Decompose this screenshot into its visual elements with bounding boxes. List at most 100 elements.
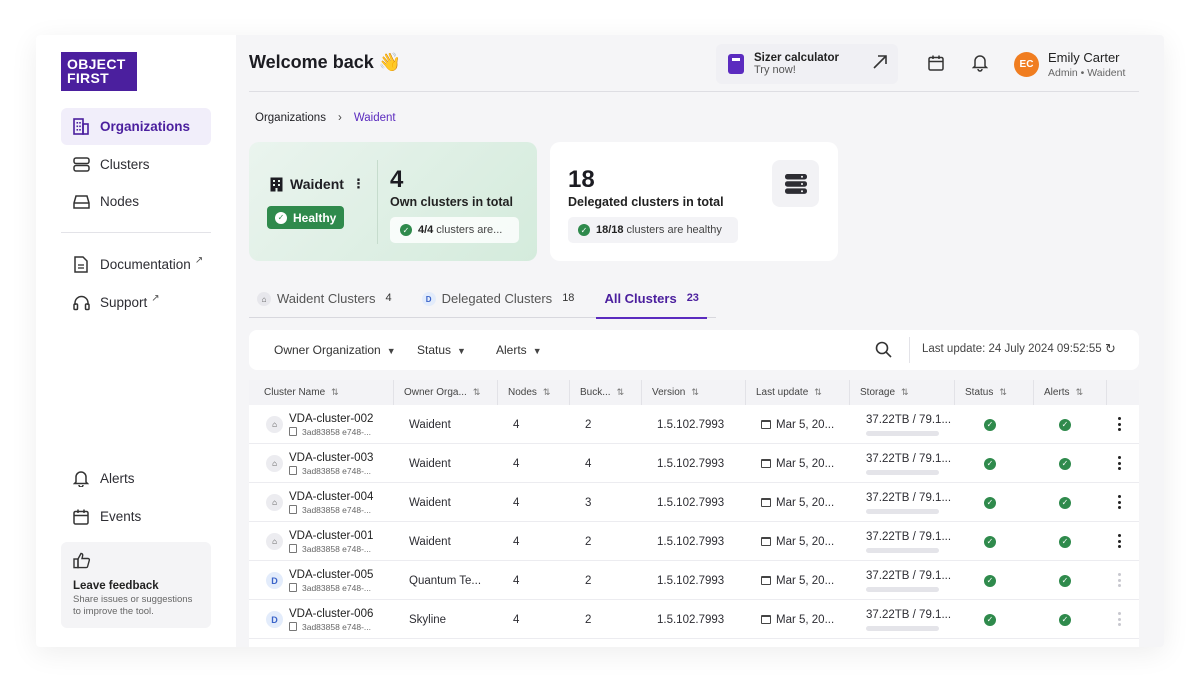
- storage-cell: 37.22TB / 79.1...: [856, 483, 955, 522]
- column-label: Owner Orga...: [404, 387, 467, 398]
- more-vertical-icon[interactable]: ⋮: [352, 176, 365, 192]
- column-header-buckets[interactable]: Buck... ⇅: [570, 380, 642, 405]
- tab-count: 18: [562, 292, 575, 304]
- filter-label: Status: [417, 343, 452, 357]
- headset-icon: [72, 294, 90, 312]
- avatar[interactable]: EC: [1014, 52, 1039, 77]
- owner-organization-filter[interactable]: Owner Organization ▼: [274, 343, 396, 357]
- cluster-name[interactable]: VDA-cluster-004: [289, 491, 373, 503]
- tab-delegated-clusters[interactable]: D Delegated Clusters 18: [414, 291, 583, 319]
- sidebar-item-nodes[interactable]: Nodes: [61, 183, 211, 220]
- cluster-id-text: 3ad83858 e748-...: [302, 621, 372, 632]
- sizer-calculator-banner[interactable]: Sizer calculator Try now!: [716, 44, 898, 84]
- alerts-filter[interactable]: Alerts ▼: [496, 343, 542, 357]
- row-menu-icon[interactable]: [1111, 453, 1127, 473]
- sidebar-item-events[interactable]: Events: [61, 498, 211, 535]
- row-menu-icon[interactable]: [1111, 414, 1127, 434]
- tab-all-clusters[interactable]: All Clusters 23: [596, 291, 707, 319]
- last-update-value: Mar 5, 20...: [776, 496, 835, 509]
- sort-icon: ⇅: [999, 387, 1007, 397]
- calendar-icon: [761, 498, 771, 507]
- copy-icon[interactable]: [289, 622, 297, 631]
- sidebar-item-label: Nodes: [100, 194, 140, 209]
- sidebar-item-alerts[interactable]: Alerts: [61, 460, 211, 497]
- cluster-name[interactable]: VDA-cluster-002: [289, 413, 373, 425]
- row-menu-icon[interactable]: [1111, 492, 1127, 512]
- cluster-name[interactable]: VDA-cluster-003: [289, 452, 373, 464]
- feedback-card[interactable]: Leave feedback Share issues or suggestio…: [61, 542, 211, 628]
- cluster-id-text: 3ad83858 e748-...: [302, 582, 372, 593]
- calendar-icon[interactable]: [926, 53, 946, 73]
- column-header-status[interactable]: Status ⇅: [955, 380, 1034, 405]
- copy-icon[interactable]: [289, 544, 297, 553]
- user-name[interactable]: Emily Carter: [1048, 50, 1120, 65]
- status-filter[interactable]: Status ▼: [417, 343, 466, 357]
- row-menu-icon[interactable]: [1111, 570, 1127, 590]
- table-row[interactable]: ⌂ VDA-cluster-004 3ad83858 e748-... Waid…: [249, 483, 1139, 522]
- table-row[interactable]: ⌂ VDA-cluster-001 3ad83858 e748-... Waid…: [249, 522, 1139, 561]
- sidebar-item-organizations[interactable]: Organizations: [61, 108, 211, 145]
- copy-icon[interactable]: [289, 466, 297, 475]
- bell-icon[interactable]: [970, 53, 990, 73]
- sort-icon: ⇅: [472, 387, 481, 397]
- tab-waident-clusters[interactable]: ⌂ Waident Clusters 4: [249, 291, 400, 319]
- cluster-id: 3ad83858 e748-...: [289, 622, 371, 632]
- check-circle-icon: ✓: [275, 211, 287, 224]
- version-cell: 1.5.102.7993: [657, 496, 725, 509]
- table-row[interactable]: D VDA-cluster-006 3ad83858 e748-... Skyl…: [249, 600, 1139, 639]
- sidebar-item-support[interactable]: Support ↗: [61, 284, 211, 321]
- cluster-name[interactable]: VDA-cluster-006: [289, 608, 373, 620]
- sort-icon: ⇅: [691, 387, 699, 397]
- storage-value: 37.22TB / 79.1...: [866, 569, 952, 582]
- sidebar-item-documentation[interactable]: Documentation ↗: [61, 246, 211, 283]
- table-row[interactable]: ⌂ VDA-cluster-003 3ad83858 e748-... Waid…: [249, 444, 1139, 483]
- filter-bar: Owner Organization ▼ Status ▼ Alerts ▼ Last…: [249, 330, 1139, 370]
- sidebar-item-clusters[interactable]: Clusters: [61, 146, 211, 183]
- alerts-cell: ✓: [1059, 444, 1099, 483]
- check-circle-icon: ✓: [1059, 535, 1071, 548]
- version-cell: 1.5.102.7993: [657, 457, 725, 470]
- home-icon: ⌂: [257, 292, 271, 306]
- column-header-cluster-name[interactable]: Cluster Name ⇅: [249, 380, 394, 405]
- object-first-logo[interactable]: OBJECT FIRST: [61, 52, 137, 91]
- owner-cell: Waident: [409, 535, 451, 548]
- row-menu-icon[interactable]: [1111, 609, 1127, 629]
- refresh-icon[interactable]: ↻: [1105, 341, 1116, 357]
- cluster-id-text: 3ad83858 e748-...: [302, 504, 372, 515]
- chevron-down-icon: ▼: [457, 346, 466, 356]
- breadcrumb-organizations[interactable]: Organizations: [255, 112, 326, 124]
- status-cell: ✓: [984, 444, 1024, 483]
- cluster-name[interactable]: VDA-cluster-005: [289, 569, 373, 581]
- clusters-table: Cluster Name ⇅ Owner Orga... ⇅ Nodes ⇅ Buck…: [249, 380, 1139, 647]
- column-header-storage[interactable]: Storage ⇅: [850, 380, 955, 405]
- column-header-version[interactable]: Version ⇅: [642, 380, 746, 405]
- buckets-cell: 2: [585, 535, 592, 548]
- server-stack-icon: [772, 160, 819, 207]
- table-header: Cluster Name ⇅ Owner Orga... ⇅ Nodes ⇅ Buck…: [249, 380, 1139, 405]
- check-circle-icon: ✓: [984, 496, 996, 509]
- copy-icon[interactable]: [289, 583, 297, 592]
- calendar-icon: [761, 537, 771, 546]
- owner-cell: Quantum Te...: [409, 574, 482, 587]
- cluster-tabs: ⌂ Waident Clusters 4 D Delegated Cluster…: [249, 291, 721, 319]
- cluster-name[interactable]: VDA-cluster-001: [289, 530, 373, 542]
- search-icon[interactable]: [875, 341, 892, 363]
- column-header-alerts[interactable]: Alerts ⇅: [1034, 380, 1107, 405]
- cluster-id: 3ad83858 e748-...: [289, 544, 371, 554]
- storage-progress-bar: [866, 625, 939, 631]
- table-row[interactable]: ⌂ VDA-cluster-002 3ad83858 e748-... Waid…: [249, 405, 1139, 444]
- column-header-last-update[interactable]: Last update ⇅: [746, 380, 850, 405]
- arrow-up-right-icon: [872, 54, 888, 75]
- column-header-owner[interactable]: Owner Orga... ⇅: [394, 380, 498, 405]
- table-row[interactable]: D VDA-cluster-005 3ad83858 e748-... Quan…: [249, 561, 1139, 600]
- cluster-name-cell: D VDA-cluster-006 3ad83858 e748-...: [249, 600, 394, 639]
- own-clusters-label: Own clusters in total: [390, 195, 513, 209]
- cluster-id-text: 3ad83858 e748-...: [302, 465, 372, 476]
- row-menu-icon[interactable]: [1111, 531, 1127, 551]
- column-label: Buck...: [580, 387, 611, 398]
- nodes-cell: 4: [513, 457, 520, 470]
- copy-icon[interactable]: [289, 505, 297, 514]
- column-header-nodes[interactable]: Nodes ⇅: [498, 380, 570, 405]
- calendar-icon: [761, 615, 771, 624]
- copy-icon[interactable]: [289, 427, 297, 436]
